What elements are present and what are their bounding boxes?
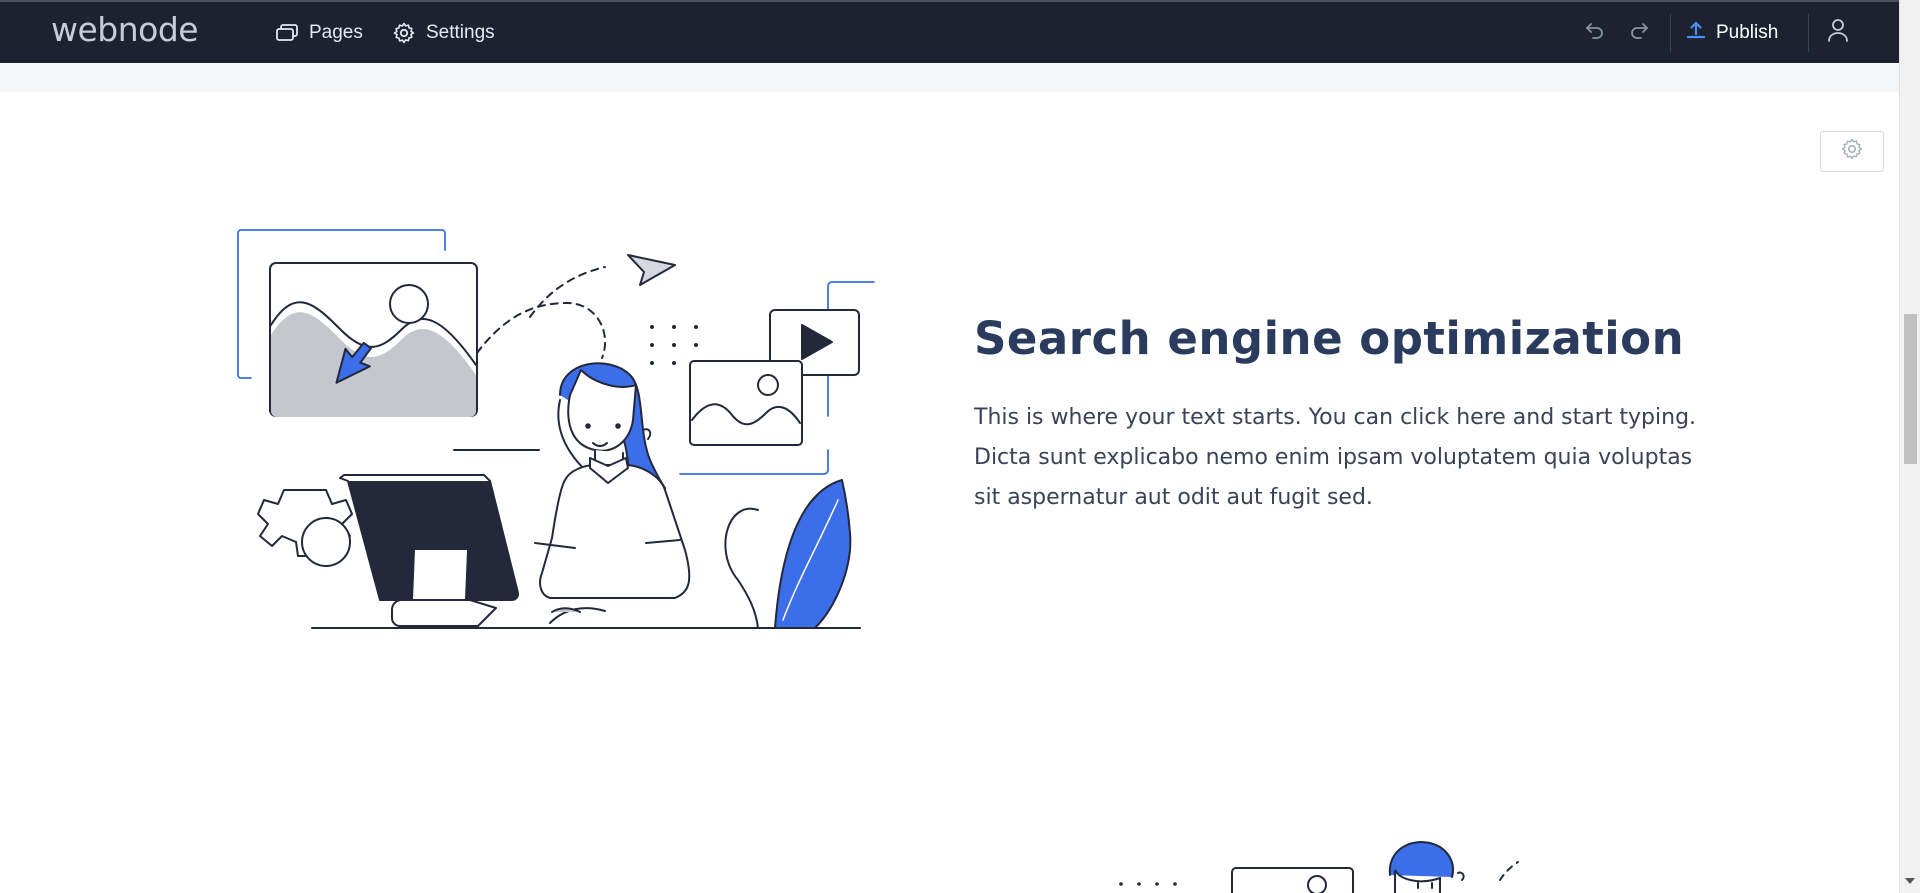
section-settings-button[interactable] xyxy=(1820,131,1884,172)
section-heading[interactable]: Search engine optimization xyxy=(974,312,1684,365)
pages-label: Pages xyxy=(309,21,363,43)
gear-icon xyxy=(1840,137,1864,166)
settings-button[interactable]: Settings xyxy=(392,2,495,63)
account-button[interactable] xyxy=(1822,2,1854,63)
publish-label: Publish xyxy=(1716,21,1779,43)
publish-button[interactable]: Publish xyxy=(1686,2,1778,63)
redo-icon xyxy=(1628,21,1650,44)
section-body-text[interactable]: This is where your text starts. You can … xyxy=(974,398,1714,518)
gear-icon xyxy=(392,21,416,45)
redo-button[interactable] xyxy=(1626,2,1652,63)
section-separator xyxy=(0,63,1899,92)
undo-button[interactable] xyxy=(1582,2,1608,63)
user-icon xyxy=(1827,18,1849,47)
next-section-illustration[interactable] xyxy=(1100,815,1550,893)
toolbar-divider xyxy=(1808,14,1809,52)
seo-illustration[interactable] xyxy=(230,225,880,630)
editor-topbar: webnode Pages Settings Publish xyxy=(0,0,1899,63)
scrollbar-thumb[interactable] xyxy=(1904,314,1917,464)
pages-icon xyxy=(275,23,299,43)
vertical-scrollbar[interactable] xyxy=(1899,0,1920,893)
scroll-down-arrow[interactable] xyxy=(1905,878,1915,884)
undo-icon xyxy=(1584,21,1606,44)
brand-logo[interactable]: webnode xyxy=(51,10,199,49)
pages-button[interactable]: Pages xyxy=(275,2,363,63)
settings-label: Settings xyxy=(426,21,495,43)
toolbar-divider xyxy=(1670,14,1671,52)
upload-icon xyxy=(1686,20,1706,46)
